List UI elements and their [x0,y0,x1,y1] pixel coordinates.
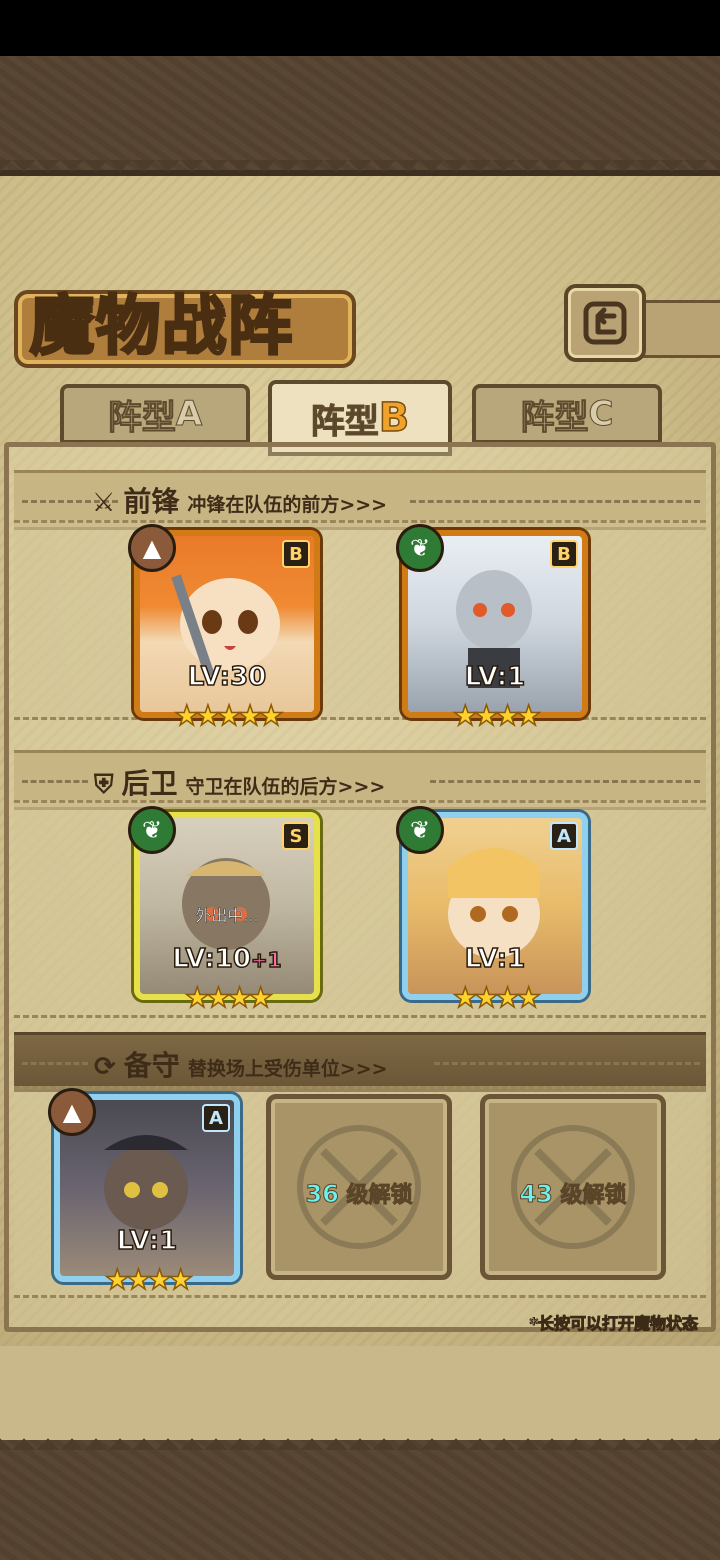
back-button[interactable] [564,284,646,362]
monster-card[interactable]: ❦ A LV:1 ★★★★ [396,806,588,1015]
grass-element-icon: ❦ [396,806,444,854]
locked-slot[interactable]: 36 级解锁 [266,1094,452,1280]
map-background-top [0,56,720,170]
unlock-requirement: 43 级解锁 [519,1180,627,1209]
tab-label: 阵型 [520,397,589,438]
tab-formation-a[interactable]: 阵型 A [60,384,250,444]
unlock-requirement: 36 级解锁 [305,1180,413,1209]
monster-card[interactable]: 外出中... ❦ S LV:10+1 ★★★★ [128,806,320,1015]
monster-card[interactable]: ❦ B LV:1 ★★★★ [396,524,588,733]
level-label: LV:30 [187,661,267,693]
rank-badge: S [282,822,310,850]
tab-letter: A [175,394,203,435]
level-bonus: +1 [250,947,282,973]
torn-edge-top [0,160,720,184]
monster-card[interactable]: ▲ A LV:1 ★★★★ [48,1088,240,1297]
rank-badge: B [282,540,310,568]
page-title: 魔物战阵 [29,288,294,366]
grass-element-icon: ❦ [128,806,176,854]
tab-label: 阵型 [107,397,176,438]
level-label: LV:1 [116,1225,178,1257]
tab-letter: B [378,394,410,442]
level-label: LV:1 [464,943,526,975]
rank-badge: A [550,822,578,850]
section-label-reserve: ⟳ 备守 替换场上受伤单位>>> [94,1049,388,1082]
star-rating: ★★★★ [104,1262,194,1297]
earth-element-icon: ▲ [48,1088,96,1136]
swap-icon: ⟳ [94,1052,116,1082]
tab-label: 阵型 [310,401,379,442]
star-rating: ★★★★ [452,698,542,733]
section-label-front: ⚔ 前锋 冲锋在队伍的前方>>> [92,485,388,518]
status-bar [0,0,720,56]
monster-card[interactable]: ▲ B LV:30 ★★★★★ [128,524,320,733]
star-rating: ★★★★ [184,980,274,1015]
rear-row [14,800,706,1018]
level-label: LV:1 [464,661,526,693]
tab-letter: C [588,394,614,435]
rank-badge: A [202,1104,230,1132]
earth-element-icon: ▲ [128,524,176,572]
grass-element-icon: ❦ [396,524,444,572]
back-button-bar [640,300,720,358]
star-rating: ★★★★ [452,980,542,1015]
star-rating: ★★★★★ [173,698,284,733]
level-label: LV:10+1 [172,943,283,975]
long-press-hint: *长按可以打开魔物状态 [529,1314,698,1334]
front-row [14,520,706,720]
rank-badge: B [550,540,578,568]
shield-icon: ⛨ [94,770,114,800]
status-label: 外出中... [195,906,259,926]
torn-edge-bottom [0,1426,720,1450]
sword-icon: ⚔ [92,488,116,518]
section-label-rear: ⛨ 后卫 守卫在队伍的后方>>> [94,767,386,800]
locked-slot[interactable]: 43 级解锁 [480,1094,666,1280]
back-arrow-icon [583,301,627,345]
tab-formation-c[interactable]: 阵型 C [472,384,662,444]
